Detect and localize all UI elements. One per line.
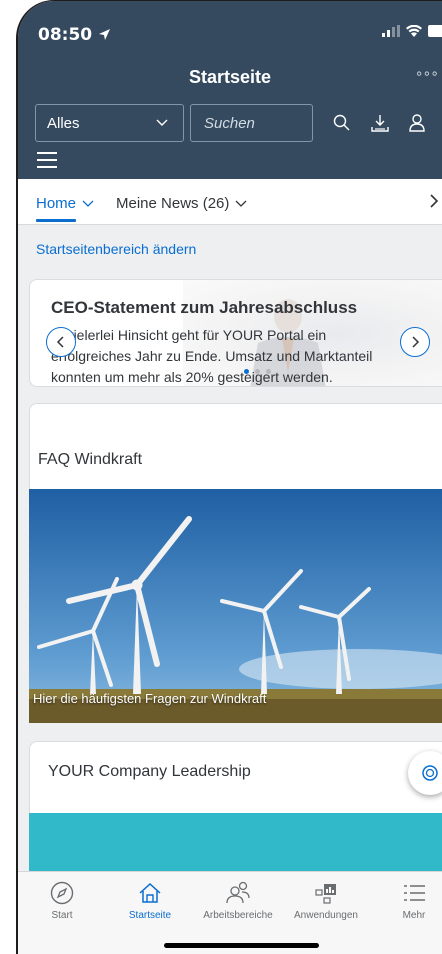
tab-bar: Home Meine News (26) [18, 179, 442, 225]
tab-anwendungen-label: Anwendungen [294, 910, 358, 921]
home-icon [139, 882, 161, 903]
shell-header: 08:50 Startseite ∘∘∘ Alles [18, 1, 442, 179]
status-time: 08:50 [38, 25, 111, 45]
ceo-card-title: CEO-Statement zum Jahresabschluss [51, 298, 358, 317]
search-icon[interactable] [330, 111, 354, 135]
chevron-right-icon[interactable] [428, 192, 440, 210]
hamburger-menu-icon[interactable] [37, 152, 57, 168]
carousel-dot[interactable] [266, 369, 271, 374]
compass-icon [50, 881, 74, 905]
chevron-left-icon [56, 336, 64, 348]
faq-card-title: FAQ Windkraft [38, 451, 143, 468]
status-icons [382, 25, 442, 37]
carousel-dot[interactable] [255, 369, 260, 374]
battery-icon [428, 25, 442, 37]
tab-arbeitsbereiche[interactable]: Arbeitsbereiche [198, 880, 278, 921]
location-arrow-icon [99, 29, 111, 40]
tab-home-label: Home [36, 195, 77, 212]
ceo-statement-card[interactable]: CEO-Statement zum Jahresabschluss In vie… [29, 279, 442, 387]
tab-arbeitsbereiche-label: Arbeitsbereiche [203, 910, 273, 921]
tab-anwendungen[interactable]: Anwendungen [286, 880, 366, 921]
tab-startseite-label: Startseite [128, 910, 172, 921]
search-placeholder [204, 115, 255, 132]
faq-image-caption: Hier die häufigsten Fragen zur Windkraft [33, 691, 267, 706]
wind-turbines-image [29, 489, 442, 723]
tab-mehr[interactable]: Mehr [374, 880, 442, 921]
download-icon[interactable] [368, 111, 392, 135]
page-title: Startseite [188, 67, 272, 87]
list-icon [404, 885, 425, 901]
ceo-text-block: CEO-Statement zum Jahresabschluss In vie… [30, 280, 442, 386]
signal-icon [382, 25, 400, 37]
tab-home[interactable]: Home [36, 195, 94, 212]
leadership-banner-image [29, 813, 442, 873]
tab-meine-news[interactable]: Meine News (26) [116, 195, 247, 212]
carousel-page-indicator [244, 369, 271, 374]
apps-icon [315, 884, 336, 904]
leadership-card[interactable] [29, 741, 442, 821]
more-options-icon[interactable]: ∘∘∘ [415, 65, 439, 82]
tab-active-indicator [36, 219, 76, 222]
tab-news-label: Meine News (26) [116, 195, 230, 212]
wifi-icon [406, 25, 422, 37]
home-indicator[interactable] [164, 943, 319, 948]
tab-mehr-label: Mehr [402, 910, 426, 921]
status-time-text: 08:50 [38, 25, 93, 45]
leadership-card-title: YOUR Company Leadership [48, 763, 251, 780]
tab-startseite[interactable]: Startseite [110, 880, 190, 921]
people-icon [226, 881, 250, 904]
user-icon[interactable] [405, 111, 429, 135]
phone-screen: 08:50 Startseite ∘∘∘ Alles Home [16, 0, 442, 954]
edit-homepage-link[interactable]: Startseitenbereich ändern [36, 241, 196, 257]
chevron-down-icon [235, 200, 247, 207]
tab-start-label: Start [51, 910, 73, 921]
tab-start[interactable]: Start [22, 880, 102, 921]
bottom-tab-bar: Start Startseite Arbeitsbereiche Anwendu… [18, 871, 442, 954]
chevron-down-icon [156, 119, 168, 126]
ceo-card-body: In vielerlei Hinsicht geht für YOUR Port… [51, 327, 373, 385]
search-input[interactable] [190, 104, 313, 142]
carousel-dot[interactable] [244, 369, 249, 374]
search-scope-select[interactable]: Alles [35, 104, 184, 142]
chevron-down-icon [82, 200, 94, 207]
carousel-prev-button[interactable] [46, 327, 76, 357]
carousel-next-button[interactable] [400, 327, 430, 357]
copilot-icon [422, 765, 438, 781]
chevron-right-icon [412, 336, 420, 348]
search-scope-value: Alles [47, 114, 80, 132]
